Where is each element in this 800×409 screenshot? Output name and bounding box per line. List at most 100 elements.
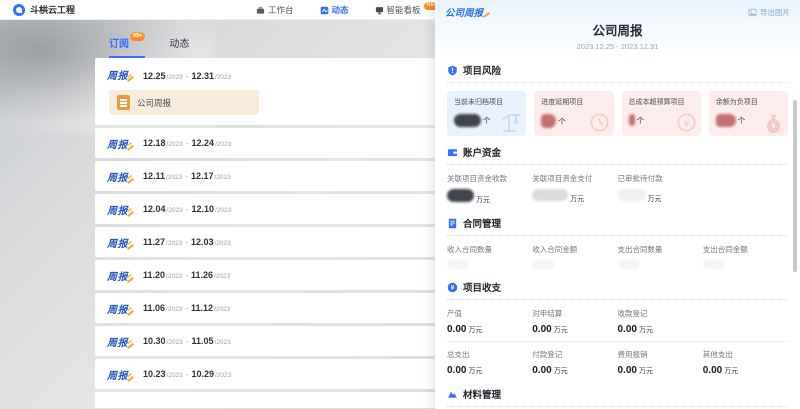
date-start: 11.06 (143, 303, 165, 313)
metric-label: 费用报销 (618, 349, 703, 360)
tab-feed[interactable]: 动态 (169, 35, 189, 58)
report-row-partial[interactable] (95, 392, 435, 408)
date-range: 11.20/2023-11.26/2023 (143, 270, 230, 280)
report-tag: 周报 (107, 235, 134, 250)
date-end: 11.26 (191, 270, 213, 280)
nav-item-feed[interactable]: 动态 (320, 4, 349, 16)
metric-unit: 万元 (648, 194, 662, 204)
redacted-value (629, 114, 635, 126)
report-row[interactable]: 周报 11.20/2023-11.26/2023 (95, 260, 435, 290)
material-icon (447, 389, 458, 400)
report-row[interactable]: 周报 12.04/2023-12.10/2023 (95, 194, 435, 224)
report-group[interactable]: 周报 12.25/2023 - 12.31/2023 公司周报 (95, 58, 435, 125)
report-list: 订阅 99+ 动态 周报 12.25/2023 - 12.31/2023 (95, 20, 435, 409)
metric-label: 收入合同数量 (447, 244, 532, 255)
nav-item-label: 智能看板 (387, 4, 421, 16)
panel-scrollbar[interactable] (793, 100, 797, 272)
report-row[interactable]: 周报 11.27/2023-12.03/2023 (95, 227, 435, 257)
date-range: 10.23/2023-10.29/2023 (143, 369, 231, 379)
date-start-year: /2023 (167, 141, 183, 148)
metric-other-expense: 其他支出 0.00万元 (703, 349, 788, 376)
nav-item-board[interactable]: 智能看板 NEW (375, 4, 443, 16)
export-image-icon (748, 8, 757, 17)
date-separator: - (185, 271, 188, 280)
metric-label: 对甲结算 (532, 308, 617, 319)
export-image-button[interactable]: 导出图片 (748, 7, 790, 18)
section-title: 账户资金 (463, 145, 501, 159)
nav-item-label: 动态 (332, 4, 349, 16)
date-start: 10.30 (143, 336, 166, 346)
report-subitem-company-weekly[interactable]: 公司周报 (109, 90, 259, 115)
date-end-year: /2023 (215, 174, 231, 181)
section-title: 项目风险 (463, 63, 501, 77)
report-row[interactable]: 周报 12.11/2023-12.17/2023 (95, 161, 435, 191)
date-start-year: /2023 (166, 174, 182, 181)
shield-icon (447, 65, 458, 76)
redacted-value (447, 260, 469, 269)
metric-unit: 万元 (554, 366, 568, 376)
redacted-value (532, 260, 554, 269)
board-icon (375, 6, 384, 15)
subitem-label: 公司周报 (137, 97, 171, 109)
tab-subscribe[interactable]: 订阅 99+ (109, 35, 145, 58)
report-tag: 周报 (107, 169, 134, 184)
metric-owner-settlement: 对甲结算 0.00万元 (532, 308, 617, 335)
section-title: 材料管理 (463, 387, 501, 401)
report-date-range: 2023.12.25 - 2023.12.31 (445, 42, 790, 51)
main-nav: 工作台 动态 智能看板 NEW (256, 0, 442, 20)
metric-label: 付款登记 (532, 349, 617, 360)
metric-income-contract-amount: 收入合同金额 (532, 244, 617, 269)
metric-output-value: 产值 0.00万元 (447, 308, 532, 335)
risk-card-delayed: 进度延期项目 个 (534, 91, 613, 136)
date-separator: - (185, 304, 188, 313)
date-end-year: /2023 (215, 372, 231, 379)
metric-label: 产值 (447, 308, 532, 319)
report-tag: 周报 (107, 67, 134, 82)
date-range: 12.04/2023-12.10/2023 (143, 204, 231, 214)
yuan-icon: ¥ (675, 111, 698, 134)
date-start-year: /2023 (167, 339, 183, 346)
report-row[interactable]: 周报 11.06/2023-11.12/2023 (95, 293, 435, 323)
metric-unit: 万元 (554, 325, 568, 335)
date-range: 11.27/2023-12.03/2023 (143, 237, 231, 247)
metric-unit: 万元 (468, 325, 482, 335)
date-end: 10.29 (191, 369, 214, 379)
section-pnl: ¥ 项目收支 产值 0.00万元 对甲结算 0.00万元 收款登记 0.00万元 (435, 275, 800, 376)
metric-label: 支出合同数量 (618, 244, 703, 255)
metric-unit: 万元 (724, 366, 738, 376)
metric-unit: 万元 (476, 195, 490, 205)
date-start-year: /2023 (166, 306, 182, 313)
date-separator: - (186, 72, 189, 81)
metric-unit: 万元 (639, 366, 653, 376)
svg-text:¥: ¥ (684, 118, 690, 129)
brand-name: 斗栱云工程 (30, 3, 75, 16)
date-end: 12.31 (191, 71, 214, 81)
date-end-year: /2023 (214, 273, 230, 280)
date-range: 12.25/2023 - 12.31/2023 (143, 71, 231, 81)
report-row[interactable]: 周报 10.30/2023-11.05/2023 (95, 326, 435, 356)
report-tag: 周报 (107, 136, 134, 151)
section-title: 项目收支 (463, 280, 501, 294)
workbench-icon (256, 6, 265, 15)
date-start-year: /2023 (167, 74, 183, 81)
redacted-value (716, 114, 736, 127)
report-row[interactable]: 周报 10.23/2023-10.29/2023 (95, 359, 435, 389)
metric-label: 已审批待付款 (618, 173, 703, 184)
card-label: 余额为负项目 (716, 97, 781, 107)
metric-value: 0.00 (618, 324, 637, 335)
report-tag: 周报 (107, 268, 134, 283)
risk-card-over-budget: 总成本超预算项目 个 ¥ (622, 91, 701, 136)
tab-label: 动态 (169, 35, 189, 50)
metric-expense-contract-amount: 支出合同金额 (703, 244, 788, 269)
date-start: 12.18 (143, 138, 166, 148)
feed-icon (320, 6, 329, 15)
card-unit: 个 (483, 115, 491, 126)
metric-value: 0.00 (618, 365, 637, 376)
nav-item-workbench[interactable]: 工作台 (256, 4, 294, 16)
crane-icon (499, 110, 523, 134)
tab-label: 订阅 (109, 35, 129, 50)
date-range: 11.06/2023-11.12/2023 (143, 303, 230, 313)
date-start-year: /2023 (166, 240, 182, 247)
report-row[interactable]: 周报 12.18/2023-12.24/2023 (95, 128, 435, 158)
metric-approved-pending: 已审批待付款 万元 (618, 173, 703, 205)
